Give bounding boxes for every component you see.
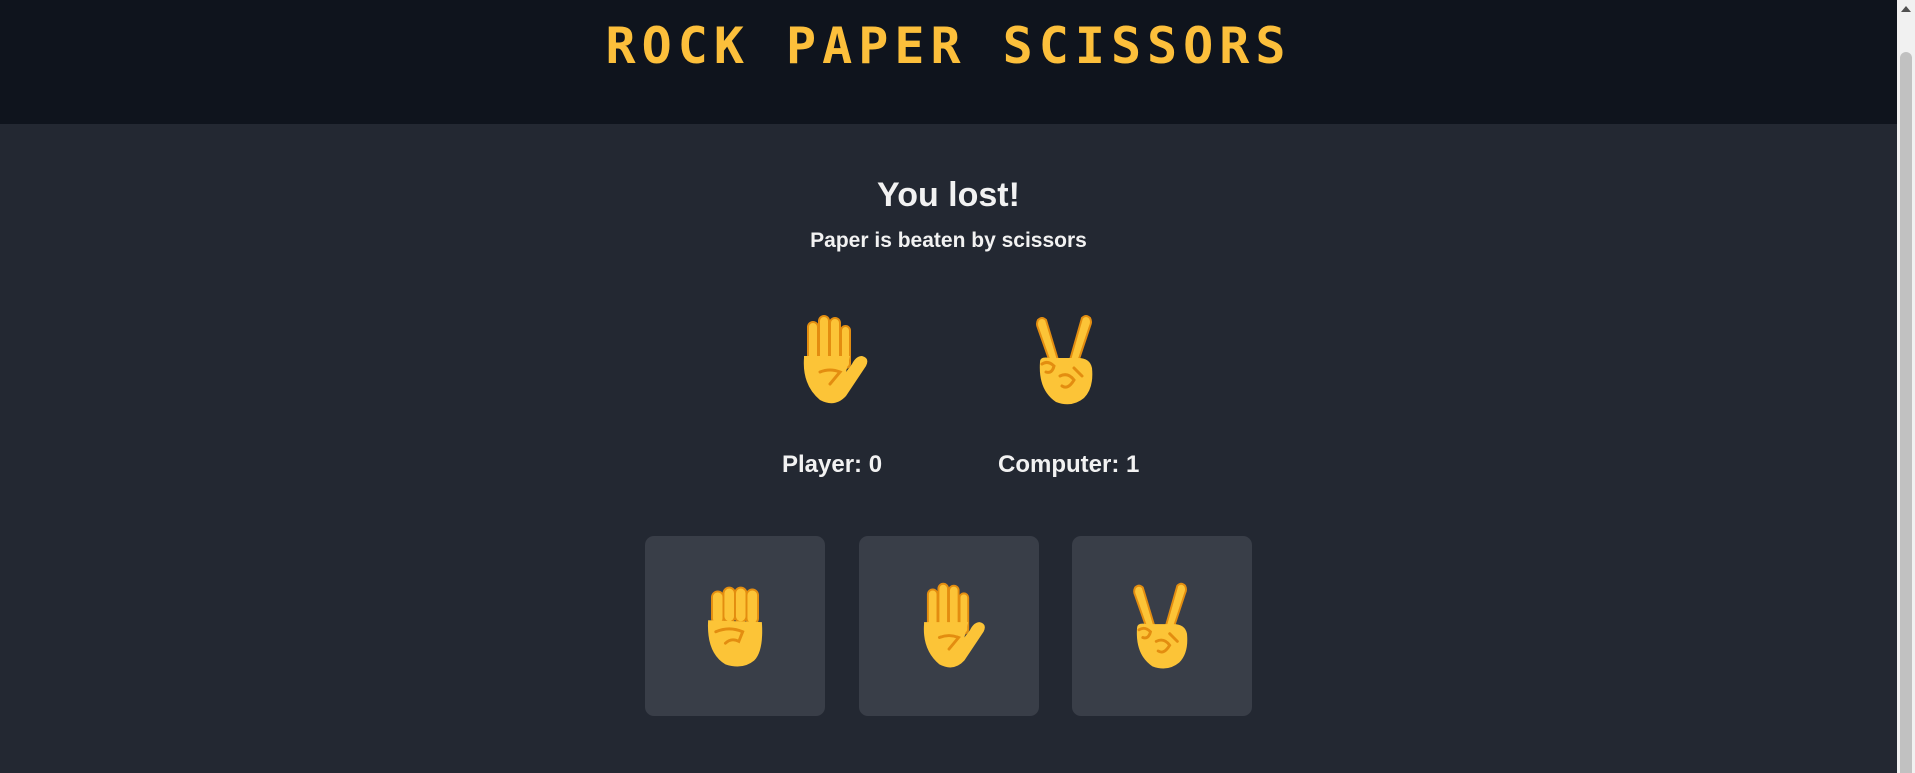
victory-hand-icon: [1016, 310, 1116, 410]
raised-hand-icon: [901, 578, 997, 674]
scissors-button[interactable]: [1072, 536, 1252, 716]
game-area: You lost! Paper is beaten by scissors Pl…: [0, 124, 1897, 773]
paper-button[interactable]: [859, 536, 1039, 716]
raised-hand-icon: [780, 310, 880, 410]
computer-choice-display: [1016, 310, 1116, 410]
player-score: Player: 0: [782, 451, 883, 478]
victory-hand-icon: [1114, 578, 1210, 674]
game-page: ROCK PAPER SCISSORS You lost! Paper is b…: [0, 0, 1915, 773]
page-title: ROCK PAPER SCISSORS: [605, 17, 1292, 75]
player-choice-display: [780, 310, 880, 410]
raised-fist-icon: [687, 578, 783, 674]
computer-score: Computer: 1: [998, 451, 1140, 478]
scrollbar-thumb[interactable]: [1900, 52, 1912, 773]
header-bar: ROCK PAPER SCISSORS: [0, 0, 1897, 124]
scroll-up-arrow-icon[interactable]: [1901, 6, 1911, 12]
vertical-scrollbar[interactable]: [1897, 0, 1915, 773]
rock-button[interactable]: [645, 536, 825, 716]
result-message: Paper is beaten by scissors: [810, 229, 1087, 252]
result-title: You lost!: [877, 176, 1020, 214]
